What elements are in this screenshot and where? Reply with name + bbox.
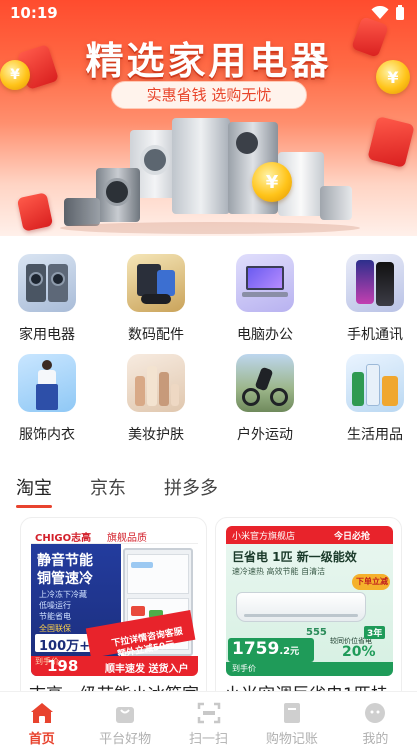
category-apparel[interactable]: 服饰内衣: [2, 354, 92, 444]
shopping-bag-icon: [116, 707, 135, 723]
brand-label: CHIGO志高: [35, 533, 92, 544]
tab-jd[interactable]: 京东: [90, 474, 126, 506]
status-bar: 10:19: [0, 0, 417, 26]
category-outdoor-sports[interactable]: 户外运动: [220, 354, 310, 444]
cosmetics-icon: [127, 354, 185, 412]
feature-2: 低噪运行: [39, 601, 71, 610]
laptop-icon: [236, 254, 294, 312]
category-computer-office[interactable]: 电脑办公: [220, 254, 310, 344]
tab-pinduoduo[interactable]: 拼多多: [164, 474, 218, 506]
category-daily-supplies[interactable]: 生活用品: [330, 354, 417, 444]
category-label: 电脑办公: [237, 327, 293, 343]
nav-shopping-ledger[interactable]: 购物记账: [250, 692, 333, 751]
category-label: 生活用品: [347, 427, 403, 443]
nav-home[interactable]: 首页: [0, 692, 83, 751]
red-envelope-icon: [16, 192, 54, 232]
household-supplies-icon: [346, 354, 404, 412]
nav-label: 我的: [362, 732, 389, 747]
red-envelope-icon: [367, 116, 415, 168]
battery-icon: [396, 5, 404, 20]
bottom-nav: 首页 平台好物 扫一扫 购物记账 我的: [0, 691, 417, 751]
scan-icon: [197, 702, 220, 724]
cycling-icon: [236, 354, 294, 412]
category-cosmetics[interactable]: 美妆护肤: [111, 354, 201, 444]
hero-banner[interactable]: 10:19 ¥ ¥ 精选家用电器 实惠省钱 选购无忧 ¥: [0, 0, 417, 236]
home-icon: [30, 703, 53, 723]
category-label: 家用电器: [19, 327, 75, 343]
tag-label: 下单立减: [356, 577, 388, 586]
banner-subtitle: 实惠省钱 选购无忧: [111, 81, 307, 109]
category-home-appliances[interactable]: 家用电器: [2, 254, 92, 344]
store-label: 小米官方旗舰店: [232, 532, 296, 542]
category-label: 数码配件: [128, 327, 184, 343]
nav-profile[interactable]: 我的: [334, 692, 417, 751]
headline: 巨省电 1匹 新一级能效: [232, 550, 357, 564]
category-mobile-phones[interactable]: 手机通讯: [330, 254, 417, 344]
ledger-icon: [283, 703, 300, 723]
category-label: 户外运动: [237, 427, 293, 443]
apparel-icon: [18, 354, 76, 412]
platform-tabs: 淘宝 京东 拼多多: [16, 474, 218, 508]
banner-title: 精选家用电器: [85, 39, 332, 83]
feature-3: 节能省电: [39, 612, 71, 621]
subline: 速冷速热 高效节能 自清洁: [232, 567, 326, 576]
saving-value: 20%: [342, 644, 376, 660]
product-image-air-conditioner: 小米官方旗舰店 今日必抢 巨省电 1匹 新一级能效 速冷速热 高效节能 自清洁 …: [226, 526, 393, 676]
category-label: 手机通讯: [347, 327, 403, 343]
smartphone-icon: [346, 254, 404, 312]
price-value: 1759.2元: [232, 639, 300, 659]
capacity-label: 555: [306, 627, 327, 638]
nav-label: 扫一扫: [189, 732, 229, 747]
product-image-fridge: CHIGO志高 旗舰品质 静音节能 铜管速冷 上冷冻下冷藏 低噪运行 节能省电 …: [31, 526, 198, 676]
price-value: 198: [47, 657, 79, 675]
status-time: 10:19: [10, 4, 58, 22]
category-label: 美妆护肤: [128, 427, 184, 443]
washer-dryer-icon: [18, 254, 76, 312]
feature-1: 上冷冻下冷藏: [39, 590, 87, 599]
electronics-icon: [127, 254, 185, 312]
profile-icon: [365, 703, 386, 723]
headline-2: 铜管速冷: [37, 571, 93, 587]
nav-label: 购物记账: [265, 732, 318, 747]
headline-1: 静音节能: [37, 553, 93, 569]
nav-scan[interactable]: 扫一扫: [167, 692, 250, 751]
promo-label: 今日必抢: [334, 532, 371, 542]
nav-label: 平台好物: [99, 732, 152, 747]
tab-taobao[interactable]: 淘宝: [16, 474, 52, 508]
category-digital-accessories[interactable]: 数码配件: [111, 254, 201, 344]
wifi-icon: [371, 6, 389, 19]
nav-label: 首页: [28, 732, 55, 747]
category-label: 服饰内衣: [19, 427, 75, 443]
nav-platform-goods[interactable]: 平台好物: [83, 692, 166, 751]
warranty-label: 3年: [364, 626, 386, 639]
shipping-label: 顺丰速发 送货入户: [105, 664, 189, 675]
store-label: 旗舰品质: [107, 533, 147, 544]
coin-icon: ¥: [252, 162, 292, 202]
badge-label: 全国联保: [39, 624, 71, 633]
status-icons: [371, 5, 405, 21]
price-prefix: 到手价: [232, 664, 256, 673]
